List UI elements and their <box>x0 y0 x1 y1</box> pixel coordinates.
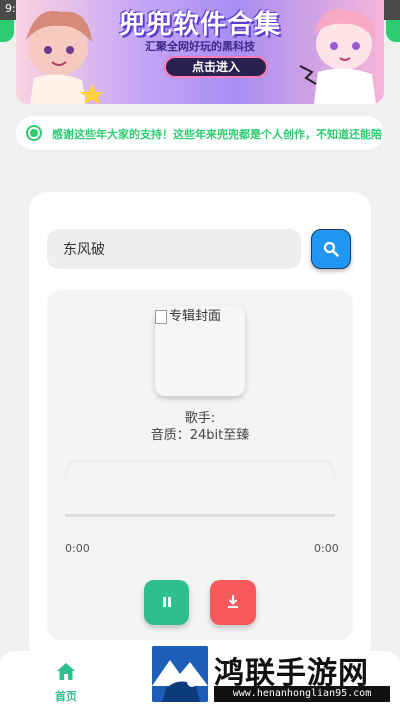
total-time: 0:00 <box>314 542 339 555</box>
tab-home[interactable]: 首页 <box>45 658 87 704</box>
notice-indicator-icon <box>26 125 42 141</box>
notice-text: 感谢这些年大家的支持！这些年来兜兜都是个人创作，不知道还能陪 <box>52 128 382 141</box>
banner-enter-button[interactable]: 点击进入 <box>164 56 268 78</box>
decor-corner-right <box>386 20 400 42</box>
album-cover-alt-text: 专辑封面 <box>169 309 222 324</box>
download-button[interactable] <box>210 580 256 625</box>
album-cover: 专辑封面 <box>155 306 245 396</box>
pause-icon-bar <box>168 597 171 607</box>
watermark: 鸿联手游网 www.henanhonglian95.com <box>152 646 400 706</box>
watermark-url: www.henanhonglian95.com <box>214 686 390 702</box>
search-button[interactable] <box>311 229 351 269</box>
promo-banner[interactable]: 兜兜软件合集 汇聚全网好玩的黑科技 点击进入 <box>16 0 384 104</box>
download-icon <box>228 595 238 608</box>
tab-home-label: 首页 <box>55 690 77 703</box>
pause-icon <box>163 597 166 607</box>
decor-corner-left <box>0 20 14 42</box>
current-time: 0:00 <box>65 542 90 555</box>
home-icon <box>57 663 75 680</box>
search-icon <box>323 241 339 257</box>
watermark-logo-icon <box>152 646 208 702</box>
search-input[interactable] <box>47 229 301 269</box>
album-cover-alt: 专辑封面 <box>155 305 221 324</box>
lyric-display <box>65 460 335 486</box>
pause-button[interactable] <box>144 580 189 625</box>
anime-character-right-icon <box>299 9 376 104</box>
notice-marquee: 感谢这些年大家的支持！这些年来兜兜都是个人创作，不知道还能陪 <box>16 116 384 150</box>
broken-image-icon <box>155 309 167 324</box>
progress-slider[interactable] <box>65 514 335 517</box>
quality-label: 音质：24bit至臻 <box>150 428 250 443</box>
